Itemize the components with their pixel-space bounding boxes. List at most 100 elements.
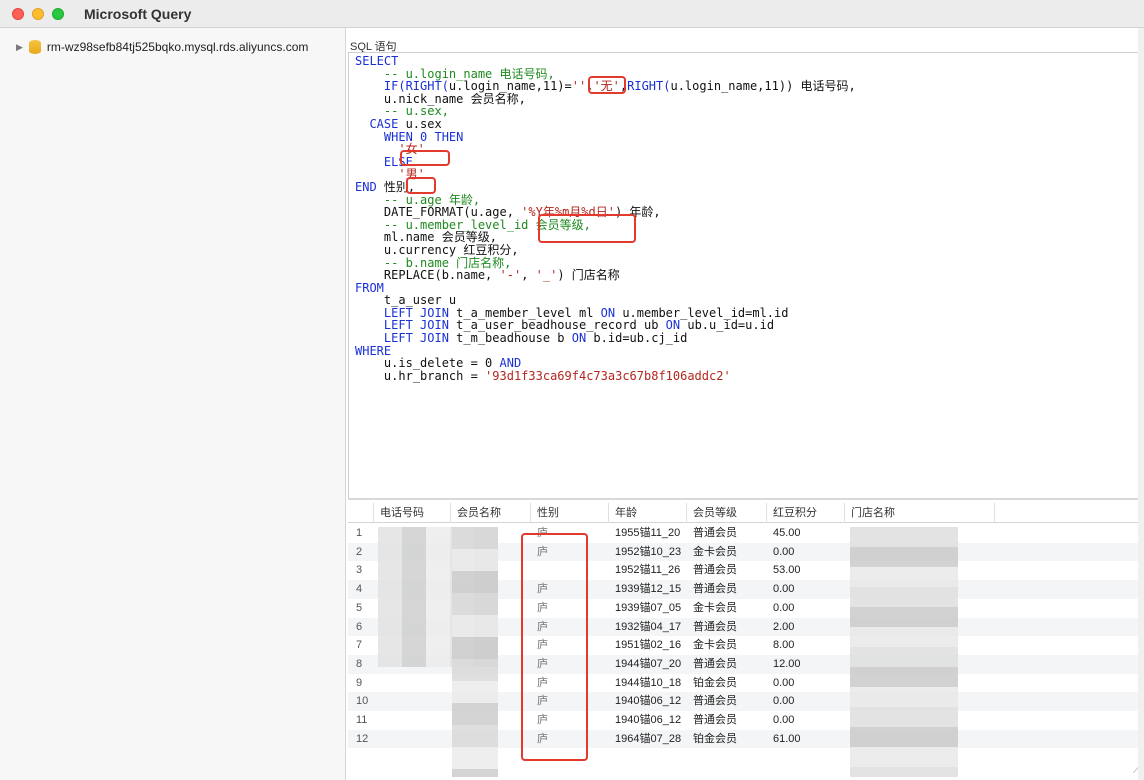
table-cell[interactable]: 2.00 — [767, 618, 845, 637]
table-cell[interactable]: 1940锚06_12 — [609, 692, 687, 711]
disclosure-arrow-icon[interactable]: ▶ — [16, 42, 23, 53]
sql-token: t_m_beadhouse b — [448, 331, 572, 346]
column-header[interactable]: 年龄 — [609, 503, 687, 523]
table-cell[interactable]: 1964锚07_28 — [609, 730, 687, 749]
table-cell[interactable] — [374, 730, 451, 749]
table-cell[interactable]: 53.00 — [767, 561, 845, 580]
table-cell[interactable] — [374, 674, 451, 693]
row-number[interactable]: 2 — [348, 543, 374, 562]
table-cell[interactable]: 普通会员 — [687, 618, 767, 637]
table-cell[interactable]: 1932锚04_17 — [609, 618, 687, 637]
sql-token: u.hr_branch = — [355, 368, 486, 383]
sql-token: '-' — [499, 268, 522, 283]
table-cell[interactable]: 45.00 — [767, 524, 845, 543]
table-cell[interactable]: 0.00 — [767, 580, 845, 599]
sql-editor[interactable]: SELECT -- u.login_name 电话号码, IF(RIGHT(u.… — [348, 52, 1140, 500]
connection-name: rm-wz98sefb84tj525bqko.mysql.rds.aliyunc… — [46, 40, 309, 54]
sql-line: LEFT JOIN t_m_beadhouse b ON b.id=ub.cj_… — [355, 332, 1139, 345]
table-cell[interactable]: 金卡会员 — [687, 636, 767, 655]
sql-line: '女' — [355, 143, 1139, 156]
sql-line: REPLACE(b.name, '-', '_') 门店名称 — [355, 269, 1139, 282]
sql-line: ELSE — [355, 155, 1139, 169]
sql-token: b.id=ub.cj_id — [586, 331, 688, 346]
sql-token: '93d1f33ca69f4c73a3c67b8f106addc2' — [485, 368, 731, 383]
column-header[interactable]: 门店名称 — [845, 503, 995, 523]
sql-line: '男' — [355, 168, 1139, 181]
sql-line: FROM — [355, 281, 1139, 295]
row-number[interactable]: 1 — [348, 524, 374, 543]
table-cell[interactable]: 普通会员 — [687, 692, 767, 711]
sql-line: -- u.sex, — [355, 105, 1139, 118]
row-number[interactable]: 11 — [348, 711, 374, 730]
title-bar: Microsoft Query — [0, 0, 1144, 28]
table-cell[interactable]: 8.00 — [767, 636, 845, 655]
sql-token: ON — [571, 331, 587, 346]
row-number[interactable]: 12 — [348, 730, 374, 749]
column-header[interactable]: 会员名称 — [451, 503, 531, 523]
table-cell[interactable]: 0.00 — [767, 543, 845, 562]
sql-token: u.login_name,11)) 电话号码, — [670, 79, 856, 94]
table-cell[interactable]: 1939锚12_15 — [609, 580, 687, 599]
table-cell[interactable]: 1955锚11_20 — [609, 524, 687, 543]
sql-token: '' — [571, 79, 587, 94]
results-grid: 电话号码 会员名称 性别 年龄 会员等级 红豆积分 门店名称 1 庐 1955锚11… — [348, 503, 1144, 780]
column-header[interactable]: 电话号码 — [374, 503, 451, 523]
column-header[interactable]: 性别 — [531, 503, 609, 523]
table-cell[interactable]: 铂金会员 — [687, 730, 767, 749]
database-icon — [28, 40, 41, 54]
table-cell[interactable]: 1940锚06_12 — [609, 711, 687, 730]
table-cell[interactable]: 1944锚07_20 — [609, 655, 687, 674]
table-cell[interactable]: 普通会员 — [687, 711, 767, 730]
table-cell[interactable]: 1939锚07_05 — [609, 599, 687, 618]
window-controls — [12, 7, 64, 20]
sql-token: ) 门店名称 — [557, 268, 620, 283]
close-window-button[interactable] — [12, 7, 24, 20]
pane-splitter[interactable] — [348, 498, 1144, 500]
sql-line: u.nick_name 会员名称, — [355, 92, 1139, 106]
sql-token: RIGHT( — [627, 79, 671, 94]
row-number[interactable]: 5 — [348, 599, 374, 618]
table-cell[interactable]: 金卡会员 — [687, 599, 767, 618]
table-cell[interactable]: 0.00 — [767, 711, 845, 730]
annotation-box — [406, 177, 436, 194]
table-cell[interactable]: 普通会员 — [687, 655, 767, 674]
table-cell[interactable]: 普通会员 — [687, 580, 767, 599]
table-cell[interactable]: 普通会员 — [687, 561, 767, 580]
zoom-window-button[interactable] — [52, 7, 64, 20]
table-cell[interactable]: 1944锚10_18 — [609, 674, 687, 693]
row-number[interactable]: 3 — [348, 561, 374, 580]
sql-line: WHEN 0 THEN — [355, 130, 1139, 144]
grid-header: 电话号码 会员名称 性别 年龄 会员等级 红豆积分 门店名称 — [348, 503, 1144, 523]
table-cell[interactable] — [374, 711, 451, 730]
sql-editor-panel: SQL 语句 SELECT -- u.login_name 电话号码, IF(R… — [348, 38, 1144, 500]
row-number[interactable]: 9 — [348, 674, 374, 693]
window-title: Microsoft Query — [84, 5, 192, 22]
row-number[interactable]: 10 — [348, 692, 374, 711]
table-cell[interactable]: 普通会员 — [687, 524, 767, 543]
table-cell[interactable]: 1952锚11_26 — [609, 561, 687, 580]
row-number[interactable]: 7 — [348, 636, 374, 655]
table-cell[interactable]: 0.00 — [767, 674, 845, 693]
table-cell[interactable]: 金卡会员 — [687, 543, 767, 562]
table-cell[interactable]: 12.00 — [767, 655, 845, 674]
sql-line: u.hr_branch = '93d1f33ca69f4c73a3c67b8f1… — [355, 370, 1139, 383]
table-cell[interactable] — [374, 692, 451, 711]
row-number[interactable]: 6 — [348, 618, 374, 637]
row-number[interactable]: 8 — [348, 655, 374, 674]
minimize-window-button[interactable] — [32, 7, 44, 20]
table-cell[interactable]: 61.00 — [767, 730, 845, 749]
table-cell[interactable]: 0.00 — [767, 599, 845, 618]
annotation-box — [538, 214, 636, 243]
row-number[interactable]: 4 — [348, 580, 374, 599]
table-cell[interactable]: 1952锚10_23 — [609, 543, 687, 562]
annotation-box — [521, 533, 588, 761]
sql-token: '_' — [535, 268, 558, 283]
table-cell[interactable]: 铂金会员 — [687, 674, 767, 693]
column-header[interactable]: 红豆积分 — [767, 503, 845, 523]
sql-token: , — [521, 268, 536, 283]
table-cell[interactable]: 1951锚02_16 — [609, 636, 687, 655]
table-cell[interactable]: 0.00 — [767, 692, 845, 711]
sql-token: ub.u_id=u.id — [680, 318, 775, 333]
connection-item[interactable]: ▶ rm-wz98sefb84tj525bqko.mysql.rds.aliyu… — [0, 36, 345, 58]
column-header[interactable]: 会员等级 — [687, 503, 767, 523]
